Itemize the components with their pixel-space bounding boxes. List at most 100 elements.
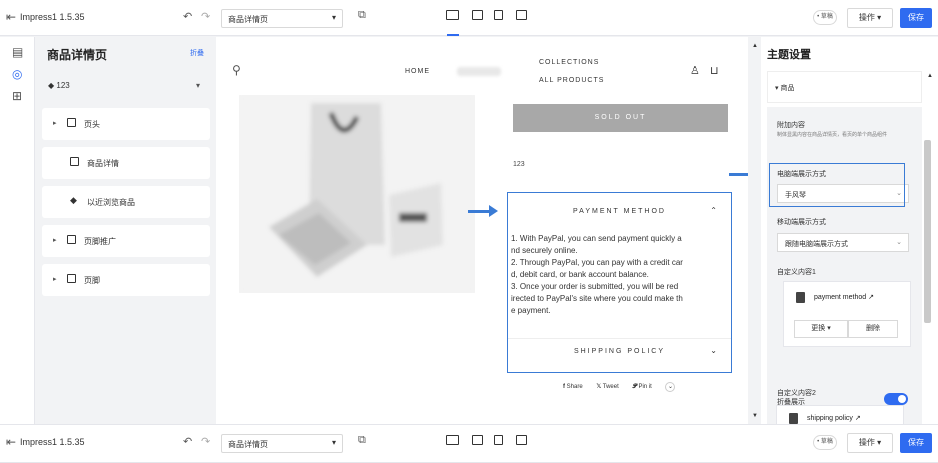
payment-line: 1. With PayPal, you can send payment qui… — [511, 234, 682, 243]
delete-button[interactable]: 删除 — [848, 320, 898, 338]
undo-icon[interactable]: ↶ — [183, 435, 192, 448]
custom2-name[interactable]: shipping policy ↗ — [807, 414, 861, 422]
expand-arrow-icon[interactable]: ▸ — [53, 119, 57, 127]
settings-scrollbar[interactable] — [924, 140, 931, 323]
expand-arrow-icon[interactable]: ▸ — [53, 236, 57, 244]
page-select[interactable]: 商品详情页 ▾ — [221, 434, 343, 453]
more-share-icon[interactable]: ⌄ — [665, 382, 676, 392]
chevron-down-icon: ▾ — [331, 13, 336, 22]
tag-select-value: 123 — [56, 81, 70, 90]
product-detail-icon — [70, 157, 79, 166]
shipping-policy-heading[interactable]: SHIPPING POLICY — [508, 348, 731, 355]
search-icon[interactable]: ⚲ — [232, 63, 241, 77]
section-item-recently-viewed[interactable]: ◆ 以近浏览商品 — [42, 186, 210, 218]
preview-canvas: ⚲ HOME COLLECTIONS ALL PRODUCTS ♙ ⊔ SOLD… — [216, 37, 748, 424]
cart-icon[interactable]: ⊔ — [710, 64, 719, 77]
store-logo — [457, 67, 501, 76]
replace-button[interactable]: 更换 ▾ — [794, 320, 848, 338]
desktop-view-icon[interactable] — [446, 10, 459, 20]
custom2-card: shipping policy ↗ — [776, 405, 904, 424]
facebook-share[interactable]: f Share — [563, 384, 589, 390]
chevron-down-icon[interactable]: ⌄ — [710, 346, 717, 355]
custom1-name[interactable]: payment method ↗ — [814, 293, 874, 301]
undo-icon[interactable]: ↶ — [183, 10, 192, 23]
exit-icon[interactable]: ⇤ — [6, 435, 16, 449]
sections-panel: 商品详情页 折叠 ◆ 123 ▾ ▸ 页头 商品详情 ◆ 以近浏览商品 ▸ 页脚… — [36, 37, 216, 424]
status-badge: • 草稿 — [813, 435, 837, 450]
annotation-arrow-line — [468, 210, 490, 213]
scroll-up-icon[interactable]: ▲ — [927, 73, 933, 79]
mobile-view-icon[interactable] — [494, 10, 503, 20]
tag-select[interactable]: ◆ 123 — [48, 81, 70, 90]
custom1-label: 自定义内容1 — [777, 269, 816, 276]
save-button[interactable]: 保存 — [900, 8, 932, 28]
theme-icon[interactable]: ◎ — [12, 67, 22, 81]
canvas-scrollbar[interactable]: ▲ ▼ — [748, 37, 761, 424]
twitter-share[interactable]: 𝕏 Tweet — [596, 384, 624, 390]
operations-button[interactable]: 操作 ▾ — [847, 433, 893, 453]
chevron-down-icon: ▾ — [331, 438, 336, 447]
mobile-display-select[interactable]: 跟随电脑端展示方式 ⌄ — [777, 233, 909, 252]
chevron-down-icon: ⌄ — [896, 239, 902, 246]
nav-all-products[interactable]: ALL PRODUCTS — [539, 77, 604, 84]
pin-label: Pin it — [638, 384, 652, 390]
accordion-block[interactable]: PAYMENT METHOD ⌃ 1. With PayPal, you can… — [507, 192, 732, 373]
redo-icon[interactable]: ↷ — [201, 10, 210, 23]
redo-icon[interactable]: ↷ — [201, 435, 210, 448]
sold-out-button[interactable]: SOLD OUT — [513, 104, 728, 132]
nav-home[interactable]: HOME — [405, 68, 430, 75]
operations-button[interactable]: 操作 ▾ — [847, 8, 893, 28]
tablet-view-icon[interactable] — [472, 435, 483, 445]
fullscreen-icon[interactable] — [516, 435, 527, 445]
chevron-up-icon[interactable]: ⌃ — [710, 206, 717, 215]
nav-collections[interactable]: COLLECTIONS — [539, 59, 599, 66]
share-row: f Share 𝕏 Tweet 𝓟 Pin it ⌄ — [563, 382, 681, 392]
payment-line: nd securely online. — [511, 246, 578, 255]
mobile-view-icon[interactable] — [494, 435, 503, 445]
top-toolbar: ⇤ Impress1 1.5.35 ↶ ↷ 商品详情页 ▾ ⧉ • 草稿 操作 ▾… — [0, 0, 938, 36]
page-select[interactable]: 商品详情页 ▾ — [221, 9, 343, 28]
page-select-value: 商品详情页 — [228, 15, 268, 24]
fullscreen-icon[interactable] — [516, 10, 527, 20]
scroll-down-icon[interactable]: ▼ — [752, 413, 758, 419]
panel-title: 主题设置 — [767, 49, 811, 61]
desktop-view-icon[interactable] — [446, 435, 459, 445]
document-icon — [789, 413, 798, 424]
payment-line: e payment. — [511, 306, 551, 315]
collapse-display-toggle[interactable] — [884, 393, 908, 405]
page-picker-icon[interactable]: ⧉ — [358, 434, 366, 447]
external-link-icon[interactable]: ↗ — [855, 415, 861, 422]
product-section-toggle[interactable]: ▾ 商品 — [767, 71, 922, 103]
section-item-footer-promo[interactable]: ▸ 页脚推广 — [42, 225, 210, 257]
version-label: Impress1 1.5.35 — [20, 12, 85, 22]
expand-arrow-icon[interactable]: ▸ — [53, 275, 57, 283]
section-item-product-detail[interactable]: 商品详情 — [42, 147, 210, 179]
chevron-down-icon[interactable]: ▾ — [196, 81, 200, 90]
apps-icon[interactable]: ⊞ — [12, 89, 22, 103]
footer-promo-icon — [67, 235, 76, 244]
user-icon[interactable]: ♙ — [690, 64, 700, 77]
section-item-header[interactable]: ▸ 页头 — [42, 108, 210, 140]
divider — [508, 338, 731, 339]
save-button[interactable]: 保存 — [900, 433, 932, 453]
custom1-card: payment method ↗ 更换 ▾ 删除 — [783, 281, 911, 347]
exit-icon[interactable]: ⇤ — [6, 10, 16, 24]
panel-title: 商品详情页 — [47, 48, 108, 62]
section-label: 商品详情 — [87, 159, 119, 168]
external-link-icon[interactable]: ↗ — [868, 294, 874, 301]
payment-method-heading[interactable]: PAYMENT METHOD — [508, 208, 731, 215]
section-label: 页脚推广 — [84, 237, 116, 246]
tablet-view-icon[interactable] — [472, 10, 483, 20]
tag-icon: ◆ — [70, 195, 77, 205]
bottom-toolbar: ⇤ Impress1 1.5.35 ↶ ↷ 商品详情页 ▾ ⧉ • 草稿 操作 ▾… — [0, 424, 938, 463]
payment-method-body: 1. With PayPal, you can send payment qui… — [511, 233, 716, 317]
pages-icon[interactable]: ▤ — [12, 45, 23, 59]
page-picker-icon[interactable]: ⧉ — [358, 9, 366, 22]
scroll-up-icon[interactable]: ▲ — [752, 43, 758, 49]
pinterest-share[interactable]: 𝓟 Pin it — [632, 384, 657, 390]
payment-line: d, debit card, or bank account balance. — [511, 270, 649, 279]
section-label: 页脚 — [84, 276, 100, 285]
payment-line: 2. Through PayPal, you can pay with a cr… — [511, 258, 683, 267]
collapse-button[interactable]: 折叠 — [190, 48, 204, 58]
section-item-footer[interactable]: ▸ 页脚 — [42, 264, 210, 296]
